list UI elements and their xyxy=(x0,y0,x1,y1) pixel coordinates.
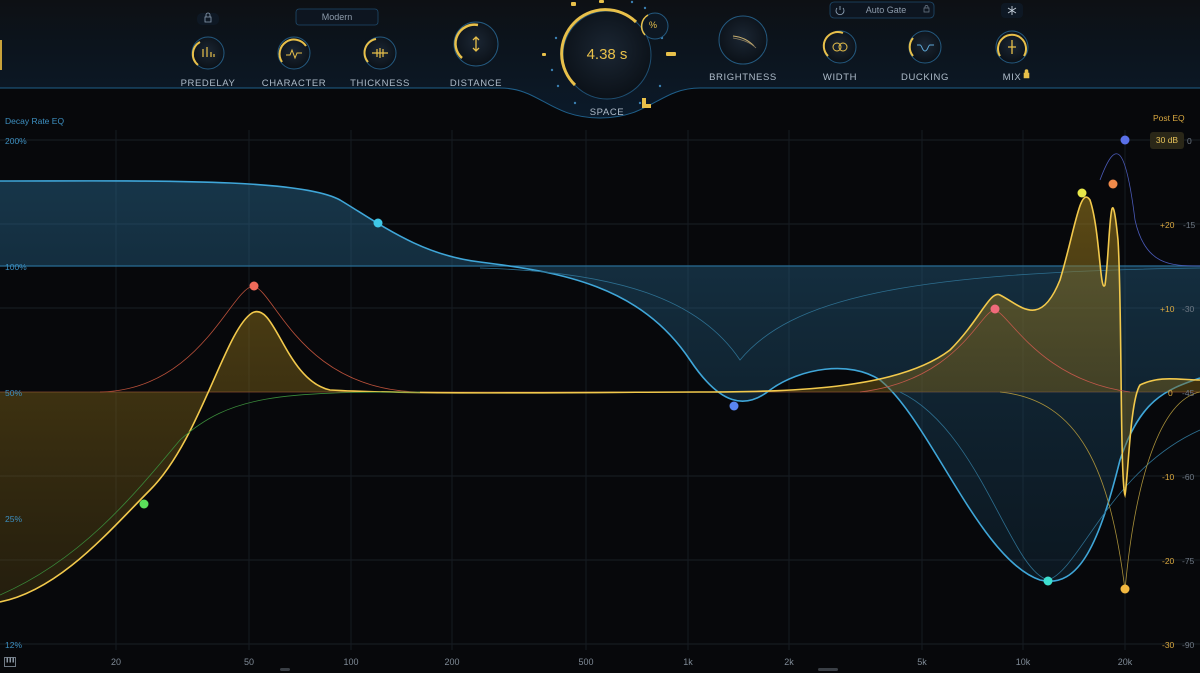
post-node-high-peak[interactable] xyxy=(1077,188,1087,198)
freq-label: 20 xyxy=(110,657,122,667)
space-unit-toggle-label: % xyxy=(649,20,658,30)
decay-rate-eq-title: Decay Rate EQ xyxy=(5,116,65,126)
mix-label: MIX xyxy=(1002,72,1022,83)
post-node-low-peak[interactable] xyxy=(249,281,259,291)
eq-range-button[interactable]: 30 dB xyxy=(1150,132,1184,149)
freeze-button[interactable] xyxy=(1001,3,1023,18)
freq-label: 2k xyxy=(784,657,794,667)
auto-gate-label: Auto Gate xyxy=(865,5,907,15)
space-label: SPACE xyxy=(589,107,625,118)
decay-node-high[interactable] xyxy=(1120,135,1130,145)
reverb-plugin-ui xyxy=(0,0,1200,671)
post-secondary-label: -30 xyxy=(1182,304,1195,314)
post-secondary-label: -75 xyxy=(1182,556,1195,566)
post-db-label: -20 xyxy=(1162,556,1175,566)
post-db-label: -30 xyxy=(1162,640,1175,650)
post-db-label: +10 xyxy=(1160,304,1175,314)
decay-scale-label: 100% xyxy=(5,262,27,272)
predelay-knob[interactable] xyxy=(191,36,225,70)
brightness-knob[interactable] xyxy=(718,15,768,65)
thickness-knob[interactable] xyxy=(363,36,397,70)
post-secondary-label: 0 xyxy=(1187,136,1192,146)
post-secondary-label: -60 xyxy=(1182,472,1195,482)
frequency-scrollbar[interactable] xyxy=(280,668,290,671)
freq-label: 1k xyxy=(683,657,693,667)
width-knob[interactable] xyxy=(822,30,857,64)
character-knob[interactable] xyxy=(277,36,311,70)
mix-knob[interactable] xyxy=(995,30,1029,64)
decay-scale-label: 25% xyxy=(5,514,23,524)
post-db-label: +20 xyxy=(1160,220,1175,230)
freq-label: 500 xyxy=(578,657,594,667)
freq-label: 5k xyxy=(917,657,927,667)
post-node-mid-peak[interactable] xyxy=(990,304,1000,314)
freq-label: 200 xyxy=(444,657,460,667)
post-secondary-label: -15 xyxy=(1183,220,1196,230)
freq-label: 10k xyxy=(1015,657,1031,667)
freq-label: 50 xyxy=(243,657,255,667)
post-node-air-peak[interactable] xyxy=(1108,179,1118,189)
post-secondary-label: -90 xyxy=(1182,640,1195,650)
decay-scale-label: 200% xyxy=(5,136,27,146)
freq-label: 20k xyxy=(1117,657,1133,667)
post-node-low-shelf[interactable] xyxy=(139,499,149,509)
character-preset-value: Modern xyxy=(321,12,353,22)
decay-node-high-mid[interactable] xyxy=(1043,576,1053,586)
freq-label: 100 xyxy=(343,657,359,667)
decay-node-low-shelf[interactable] xyxy=(373,218,383,228)
piano-icon[interactable] xyxy=(4,657,16,667)
distance-knob[interactable] xyxy=(453,21,499,67)
space-value-display[interactable]: 4.38 s xyxy=(568,46,646,63)
post-node-notch[interactable] xyxy=(1120,584,1130,594)
decay-scale-label: 12% xyxy=(5,640,23,650)
distance-label: DISTANCE xyxy=(449,78,503,89)
left-edge-accent xyxy=(0,40,2,70)
decay-scale-label: 50% xyxy=(5,388,23,398)
ducking-knob[interactable] xyxy=(908,30,942,64)
post-secondary-label: -45 xyxy=(1182,388,1195,398)
decay-node-mid[interactable] xyxy=(729,401,739,411)
predelay-lock-button[interactable] xyxy=(197,12,219,25)
post-eq-title: Post EQ xyxy=(1153,113,1185,123)
post-db-label: -10 xyxy=(1162,472,1175,482)
post-db-label: 0 xyxy=(1168,388,1173,398)
frequency-scrollbar-right[interactable] xyxy=(818,668,838,671)
